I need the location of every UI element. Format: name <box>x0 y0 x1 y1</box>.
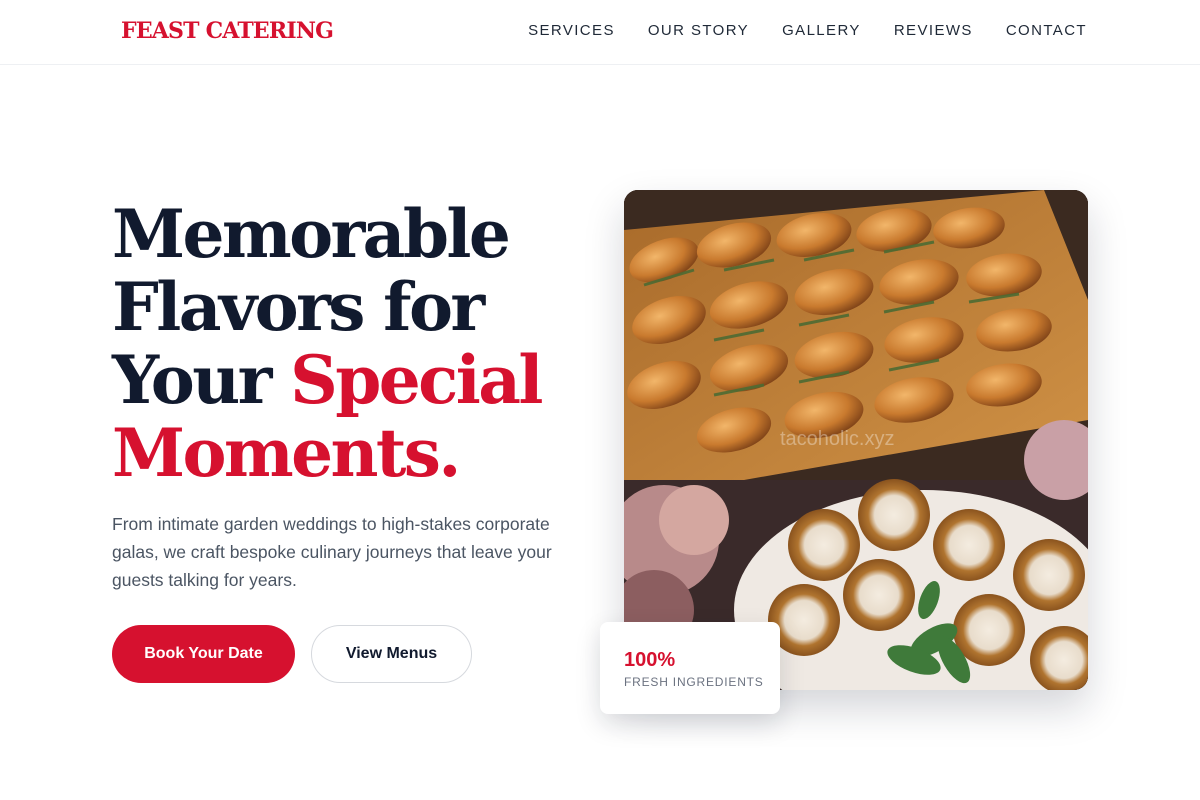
hero-description: From intimate garden weddings to high-st… <box>112 514 552 590</box>
view-menus-button[interactable]: View Menus <box>311 625 472 683</box>
logo[interactable]: FEAST CATERING <box>121 18 334 44</box>
nav-item-our-story[interactable]: OUR STORY <box>648 22 749 39</box>
hero-headline: Memorable Flavors for Your Special Momen… <box>112 198 582 490</box>
headline-line-1: Memorable <box>112 195 511 273</box>
watermark: tacoholic.xyz <box>780 428 895 450</box>
nav-item-gallery[interactable]: GALLERY <box>782 22 861 39</box>
headline-accent-special: Special <box>290 341 543 419</box>
site-header: FEAST CATERING SERVICES OUR STORY GALLER… <box>0 0 1200 65</box>
headline-line-2: Flavors for <box>112 268 485 346</box>
fresh-ingredients-badge: 100% FRESH INGREDIENTS <box>600 622 780 714</box>
headline-accent-moments: Moments. <box>112 414 461 492</box>
headline-line-3: Your <box>112 341 291 419</box>
nav-item-services[interactable]: SERVICES <box>528 22 615 39</box>
nav-item-contact[interactable]: CONTACT <box>1006 22 1087 39</box>
main-nav: SERVICES OUR STORY GALLERY REVIEWS CONTA… <box>528 22 1087 39</box>
stat-value: 100% <box>624 649 676 671</box>
book-date-button[interactable]: Book Your Date <box>112 625 295 683</box>
stat-label: FRESH INGREDIENTS <box>624 675 764 689</box>
hero-food-photo: tacoholic.xyz <box>624 190 1088 690</box>
nav-item-reviews[interactable]: REVIEWS <box>894 22 973 39</box>
